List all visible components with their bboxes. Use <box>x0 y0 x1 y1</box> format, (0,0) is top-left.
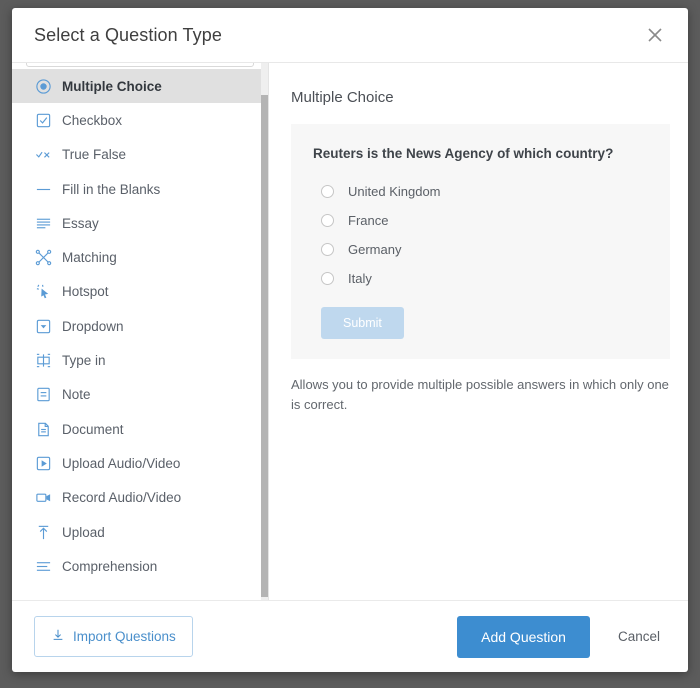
radio-button-icon[interactable] <box>321 214 334 227</box>
radio-button-icon[interactable] <box>321 185 334 198</box>
question-type-label: Multiple Choice <box>62 79 162 94</box>
paragraph-lines-icon <box>34 557 52 575</box>
preview-title: Multiple Choice <box>291 89 670 106</box>
question-type-list-panel: Multiple Choice Checkbox True False Fill in… <box>12 63 269 600</box>
question-type-label: Upload Audio/Video <box>62 456 180 471</box>
import-questions-button[interactable]: Import Questions <box>34 616 193 657</box>
dialog-footer: Import Questions Add Question Cancel <box>12 600 688 672</box>
question-type-item-matching[interactable]: Matching <box>12 240 268 274</box>
play-box-icon <box>34 454 52 472</box>
note-icon <box>34 386 52 404</box>
preview-option-label: Italy <box>348 271 372 286</box>
question-type-label: Checkbox <box>62 113 122 128</box>
page-title: Select a Question Type <box>34 25 642 46</box>
search-input[interactable] <box>26 63 254 67</box>
preview-card: Reuters is the News Agency of which coun… <box>291 124 670 359</box>
search-container <box>12 63 268 67</box>
question-type-item-multiple-choice[interactable]: Multiple Choice <box>12 69 268 103</box>
question-type-label: Note <box>62 387 91 402</box>
preview-question-text: Reuters is the News Agency of which coun… <box>313 146 648 161</box>
question-type-label: Dropdown <box>62 319 124 334</box>
cancel-button[interactable]: Cancel <box>612 628 666 645</box>
question-type-label: Essay <box>62 216 99 231</box>
question-type-item-true-false[interactable]: True False <box>12 138 268 172</box>
question-type-label: Type in <box>62 353 106 368</box>
question-type-item-fill-in-the-blanks[interactable]: Fill in the Blanks <box>12 172 268 206</box>
question-type-label: Comprehension <box>62 559 157 574</box>
question-type-item-note[interactable]: Note <box>12 378 268 412</box>
close-icon[interactable] <box>642 22 668 48</box>
preview-option-row[interactable]: France <box>313 206 648 235</box>
dialog-body: Multiple Choice Checkbox True False Fill in… <box>12 63 688 600</box>
select-question-type-dialog: Select a Question Type Multiple Choice Ch… <box>12 8 688 672</box>
question-type-item-comprehension[interactable]: Comprehension <box>12 549 268 583</box>
list-scrollbar-thumb[interactable] <box>261 95 268 597</box>
document-icon <box>34 420 52 438</box>
list-scrollbar-track[interactable] <box>261 63 268 600</box>
preview-submit-button[interactable]: Submit <box>321 307 404 339</box>
question-type-label: Document <box>62 422 124 437</box>
preview-option-list: United Kingdom France Germany Italy <box>313 177 648 293</box>
add-question-button[interactable]: Add Question <box>457 616 590 658</box>
lines-icon <box>34 214 52 232</box>
question-type-item-dropdown[interactable]: Dropdown <box>12 309 268 343</box>
question-type-item-hotspot[interactable]: Hotspot <box>12 275 268 309</box>
preview-option-row[interactable]: Germany <box>313 235 648 264</box>
question-type-label: Hotspot <box>62 284 109 299</box>
dropdown-icon <box>34 317 52 335</box>
dash-icon <box>34 180 52 198</box>
preview-option-row[interactable]: United Kingdom <box>313 177 648 206</box>
preview-option-label: Germany <box>348 242 401 257</box>
radio-filled-icon <box>34 77 52 95</box>
preview-option-label: United Kingdom <box>348 184 441 199</box>
question-type-item-type-in[interactable]: Type in <box>12 343 268 377</box>
dialog-header: Select a Question Type <box>12 8 688 63</box>
question-type-item-upload[interactable]: Upload <box>12 515 268 549</box>
download-icon <box>51 628 65 645</box>
question-type-item-essay[interactable]: Essay <box>12 206 268 240</box>
question-type-list: Multiple Choice Checkbox True False Fill in… <box>12 69 268 600</box>
question-type-item-record-audio-video[interactable]: Record Audio/Video <box>12 481 268 515</box>
checkbox-icon <box>34 111 52 129</box>
import-questions-label: Import Questions <box>73 629 176 644</box>
question-type-item-checkbox[interactable]: Checkbox <box>12 103 268 137</box>
preview-option-row[interactable]: Italy <box>313 264 648 293</box>
preview-panel: Multiple Choice Reuters is the News Agen… <box>269 63 688 600</box>
question-type-label: Fill in the Blanks <box>62 182 160 197</box>
question-type-label: Matching <box>62 250 117 265</box>
question-type-item-document[interactable]: Document <box>12 412 268 446</box>
question-type-label: True False <box>62 147 126 162</box>
upload-arrow-icon <box>34 523 52 541</box>
preview-description: Allows you to provide multiple possible … <box>291 375 670 415</box>
cursor-click-icon <box>34 283 52 301</box>
question-type-label: Upload <box>62 525 105 540</box>
radio-button-icon[interactable] <box>321 243 334 256</box>
check-cross-icon <box>34 146 52 164</box>
preview-option-label: France <box>348 213 388 228</box>
question-type-item-upload-audio-video[interactable]: Upload Audio/Video <box>12 446 268 480</box>
text-field-icon <box>34 352 52 370</box>
video-camera-icon <box>34 489 52 507</box>
radio-button-icon[interactable] <box>321 272 334 285</box>
question-type-label: Record Audio/Video <box>62 490 181 505</box>
matching-icon <box>34 249 52 267</box>
